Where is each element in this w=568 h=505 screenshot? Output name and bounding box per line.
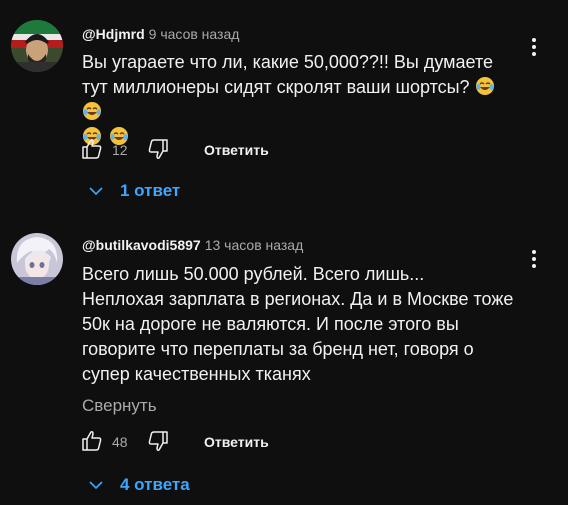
comment-text: Всего лишь 50.000 рублей. Всего лишь... … <box>82 262 522 387</box>
like-count: 48 <box>112 434 128 450</box>
replies-count-label: 4 ответа <box>120 475 190 494</box>
comment-timestamp[interactable]: 9 часов назад <box>149 26 240 42</box>
avatar-image <box>11 20 63 72</box>
thumbs-down-icon <box>148 431 168 451</box>
replies-toggle[interactable]: 1 ответ <box>86 177 206 205</box>
more-actions-button[interactable] <box>524 247 544 275</box>
comment-meta: @Hdjmrd 9 часов назад <box>82 25 239 43</box>
comment-meta: @butilkavodi5897 13 часов назад <box>82 236 303 254</box>
avatar[interactable] <box>11 233 63 285</box>
reply-button[interactable]: Ответить <box>204 434 269 450</box>
comment-text-line: 50к на дороге не валяются. И после этого… <box>82 314 459 334</box>
comment-text-body: Вы угараете что ли, какие 50,000??!! Вы … <box>82 52 494 97</box>
thumbs-up-icon <box>82 139 102 159</box>
collapse-button[interactable]: Свернуть <box>82 396 157 416</box>
like-button[interactable] <box>80 429 106 455</box>
like-button[interactable] <box>80 137 106 163</box>
laughing-tears-emoji <box>475 76 495 96</box>
comment-actions: 12 Ответить <box>80 137 380 165</box>
laughing-tears-emoji <box>82 101 102 121</box>
replies-count-label: 1 ответ <box>120 181 181 200</box>
author-name[interactable]: @Hdjmrd <box>82 26 145 42</box>
dislike-button[interactable] <box>146 137 172 163</box>
comment-actions: 48 Ответить <box>80 429 380 457</box>
comment-2: @butilkavodi5897 13 часов назад Всего лиш… <box>0 205 568 505</box>
avatar[interactable] <box>11 20 63 72</box>
comment-text-line: супер качественных тканях <box>82 364 311 384</box>
more-actions-button[interactable] <box>524 35 544 63</box>
replies-toggle[interactable]: 4 ответа <box>86 471 216 499</box>
chevron-down-icon <box>89 187 103 196</box>
like-count: 12 <box>112 142 128 158</box>
chevron-down-icon <box>89 481 103 490</box>
comment-text-line: Всего лишь 50.000 рублей. Всего лишь... <box>82 264 425 284</box>
reply-button[interactable]: Ответить <box>204 142 269 158</box>
dislike-button[interactable] <box>146 429 172 455</box>
comment-1: @Hdjmrd 9 часов назад Вы угараете что ли,… <box>0 0 568 205</box>
thumbs-down-icon <box>148 139 168 159</box>
comment-timestamp[interactable]: 13 часов назад <box>205 237 304 253</box>
avatar-image <box>11 233 63 285</box>
comment-text: Вы угараете что ли, какие 50,000??!! Вы … <box>82 50 522 150</box>
thumbs-up-icon <box>82 431 102 451</box>
author-name[interactable]: @butilkavodi5897 <box>82 237 201 253</box>
comment-text-line: говорите что переплаты за бренд нет, гов… <box>82 339 474 359</box>
comment-text-line: Неплохая зарплата в регионах. Да и в Мос… <box>82 289 514 309</box>
